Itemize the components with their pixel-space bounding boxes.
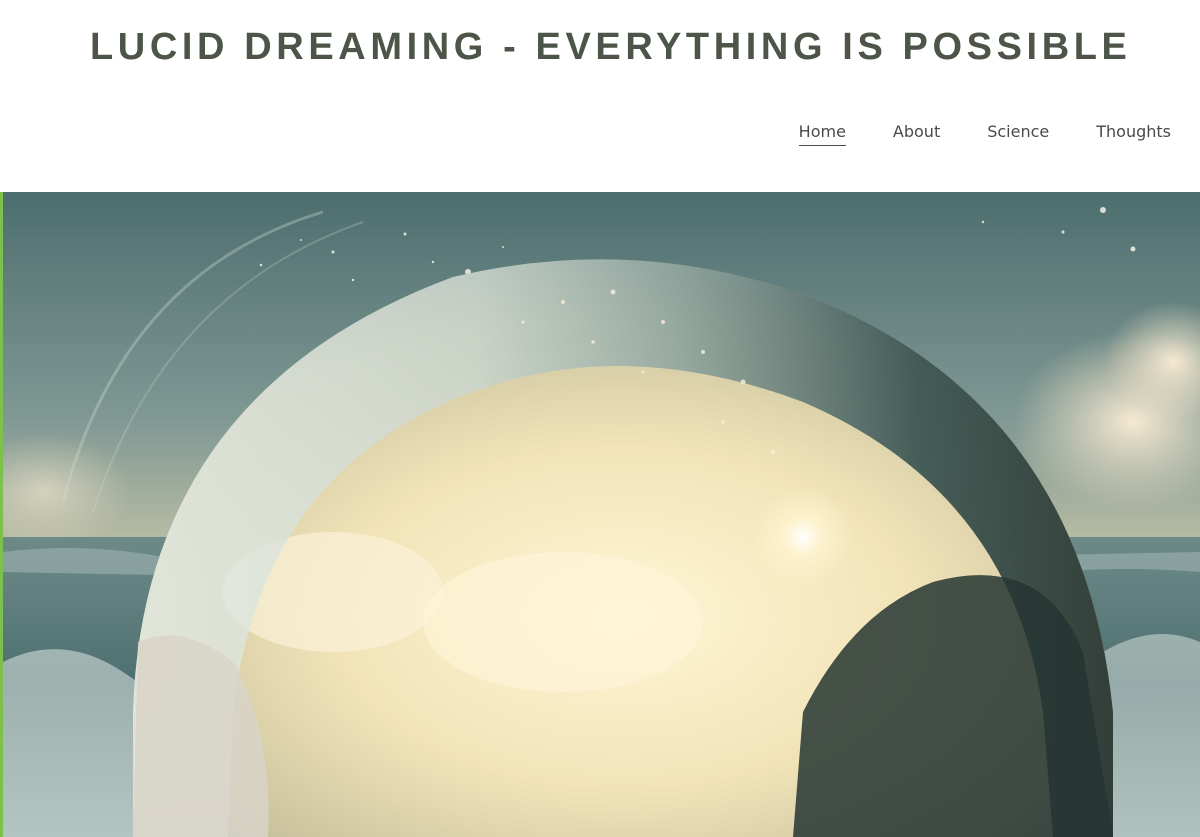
- nav-science-link[interactable]: Science: [987, 121, 1049, 146]
- site-title: LUCID DREAMING - EVERYTHING IS POSSIBLE: [90, 26, 1132, 68]
- hero-image: [3, 192, 1200, 837]
- nav-thoughts-link[interactable]: Thoughts: [1096, 121, 1171, 146]
- site-header: LUCID DREAMING - EVERYTHING IS POSSIBLE …: [0, 0, 1200, 192]
- nav-about-link[interactable]: About: [893, 121, 940, 146]
- nav-home-link[interactable]: Home: [798, 121, 846, 146]
- main-nav: Home About Science Thoughts: [798, 121, 1171, 146]
- hero-illustration: [3, 192, 1200, 837]
